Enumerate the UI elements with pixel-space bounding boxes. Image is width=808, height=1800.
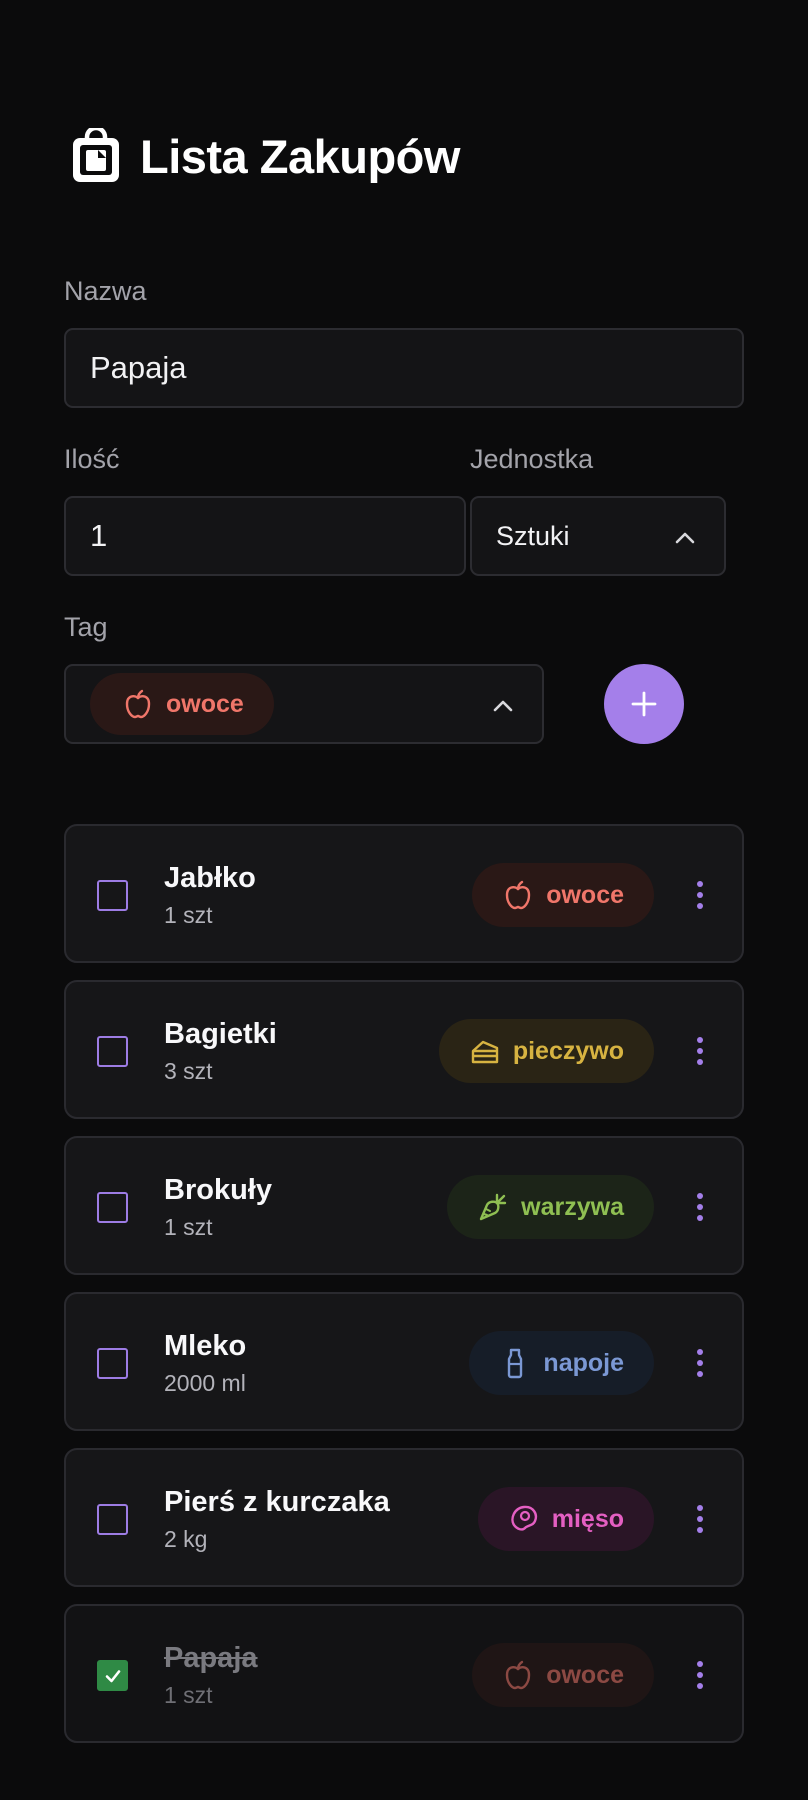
- apple-icon: [506, 880, 531, 910]
- apple-icon: [125, 689, 151, 719]
- add-item-button[interactable]: [604, 664, 684, 744]
- item-name: Mleko: [164, 1330, 247, 1362]
- more-vertical-icon[interactable]: [692, 1191, 708, 1223]
- apple-icon: [506, 1660, 531, 1690]
- item-tag-label: owoce: [546, 880, 624, 909]
- more-vertical-icon[interactable]: [692, 879, 708, 911]
- plus-icon: [631, 691, 657, 717]
- item-tag-label: owoce: [546, 1660, 624, 1689]
- more-vertical-icon[interactable]: [692, 1503, 708, 1535]
- item-name: Brokuły: [164, 1174, 272, 1206]
- list-item: Papaja 1 szt owoce: [64, 1604, 744, 1743]
- list-item: Pierś z kurczaka 2 kg mięso: [64, 1448, 744, 1587]
- bread-icon: [471, 1040, 499, 1064]
- unit-label: Jednostka: [470, 444, 594, 474]
- item-name: Papaja: [164, 1642, 258, 1674]
- name-label: Nazwa: [64, 276, 147, 306]
- item-checkbox[interactable]: [97, 880, 128, 911]
- item-quantity: 1 szt: [164, 1682, 213, 1708]
- list-item: Bagietki 3 szt pieczywo: [64, 980, 744, 1119]
- item-checkbox[interactable]: [97, 1348, 128, 1379]
- unit-select[interactable]: Sztuki: [470, 496, 726, 576]
- bottle-icon: [508, 1348, 523, 1379]
- more-vertical-icon[interactable]: [692, 1035, 708, 1067]
- item-tag-label: warzywa: [521, 1192, 624, 1221]
- qty-label: Ilość: [64, 444, 120, 474]
- item-checkbox[interactable]: [97, 1660, 128, 1691]
- checkmark-icon: [105, 1669, 120, 1682]
- item-tag: owoce: [472, 863, 654, 927]
- item-tag: napoje: [469, 1331, 654, 1395]
- item-tag: pieczywo: [438, 1019, 654, 1083]
- more-vertical-icon[interactable]: [692, 1347, 708, 1379]
- selected-tag-label: owoce: [166, 689, 244, 718]
- item-tag: owoce: [472, 1643, 654, 1707]
- qty-input[interactable]: 1: [64, 496, 466, 576]
- item-name: Pierś z kurczaka: [164, 1486, 390, 1518]
- more-vertical-icon[interactable]: [692, 1659, 708, 1691]
- item-tag: mięso: [477, 1487, 654, 1551]
- item-name: Bagietki: [164, 1018, 277, 1050]
- steak-icon: [511, 1505, 537, 1531]
- name-input[interactable]: Papaja: [64, 328, 744, 408]
- item-quantity: 1 szt: [164, 1214, 213, 1240]
- item-checkbox[interactable]: [97, 1192, 128, 1223]
- page-title: Lista Zakupów: [140, 129, 460, 183]
- item-name: Jabłko: [164, 862, 256, 894]
- item-tag-label: pieczywo: [512, 1036, 624, 1065]
- item-tag-label: napoje: [543, 1348, 624, 1377]
- carrot-icon: [479, 1193, 507, 1221]
- list-item: Mleko 2000 ml napoje: [64, 1292, 744, 1431]
- list-item: Jabłko 1 szt owoce: [64, 824, 744, 963]
- item-tag: warzywa: [447, 1175, 654, 1239]
- item-quantity: 2000 ml: [164, 1370, 246, 1396]
- qty-input-value: 1: [90, 518, 108, 553]
- item-checkbox[interactable]: [97, 1036, 128, 1067]
- item-quantity: 2 kg: [164, 1526, 208, 1552]
- item-quantity: 3 szt: [164, 1058, 213, 1084]
- name-input-value: Papaja: [90, 350, 187, 385]
- unit-select-value: Sztuki: [496, 520, 570, 551]
- chevron-up-icon: [493, 700, 513, 712]
- list-item: Brokuły 1 szt warzywa: [64, 1136, 744, 1275]
- app-header: Lista Zakupów: [70, 128, 460, 184]
- shopping-bag-icon: [73, 128, 119, 182]
- chevron-up-icon: [675, 532, 695, 544]
- tag-select[interactable]: owoce: [64, 664, 544, 744]
- tag-label: Tag: [64, 612, 108, 642]
- selected-tag-pill: owoce: [90, 673, 274, 735]
- item-quantity: 1 szt: [164, 902, 213, 928]
- item-checkbox[interactable]: [97, 1504, 128, 1535]
- item-tag-label: mięso: [551, 1504, 624, 1533]
